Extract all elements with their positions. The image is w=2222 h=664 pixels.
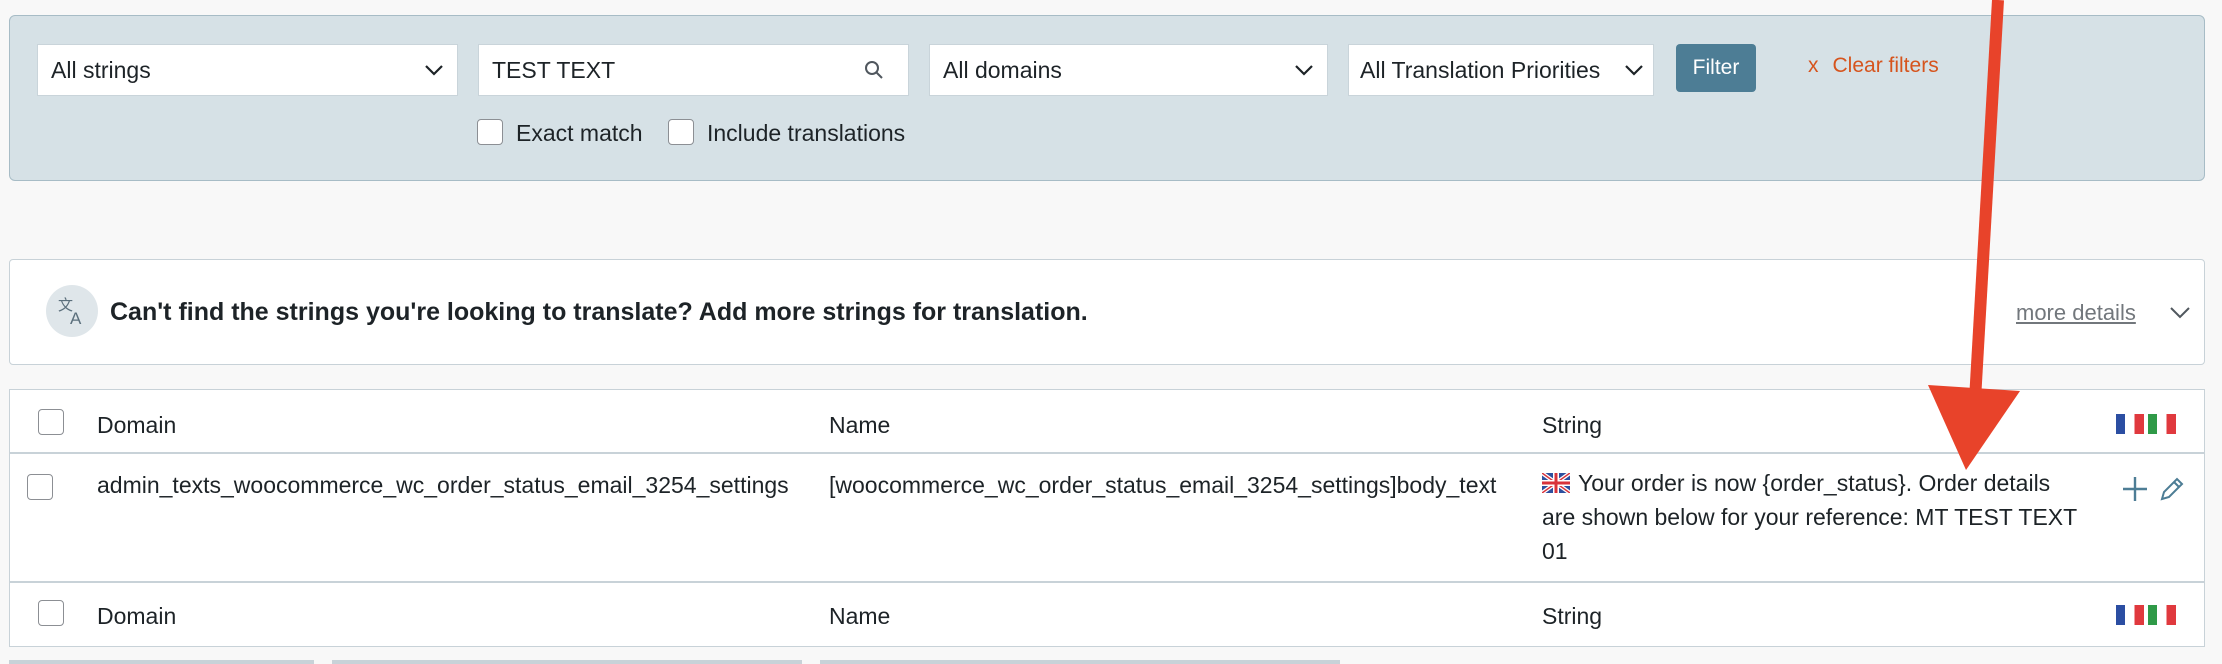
search-input-value: TEST TEXT (492, 56, 616, 83)
domains-select[interactable]: All domains (929, 44, 1328, 96)
select-all-checkbox[interactable] (38, 409, 64, 435)
domains-select-value: All domains (943, 56, 1062, 83)
flag-it-icon (2148, 414, 2176, 434)
flag-fr-icon (2116, 414, 2144, 434)
strings-table: Domain Name String admin_texts_woocommer… (9, 389, 2205, 647)
row-string-line: are shown below for your reference: MT T… (1542, 504, 2078, 530)
language-flags-icon (2116, 414, 2176, 434)
chevron-down-icon (1295, 65, 1313, 76)
footer-header-domain[interactable]: Domain (97, 603, 176, 630)
footer-header-name[interactable]: Name (829, 603, 890, 630)
row-string: Your order is now {order_status}. Order … (1542, 466, 2082, 568)
clear-filters-label: Clear filters (1832, 54, 1939, 77)
flag-uk-icon (1542, 473, 1570, 493)
header-divider (10, 452, 2204, 454)
chevron-down-icon (425, 65, 443, 76)
row-string-line: Your order is now {order_status}. Order … (1578, 470, 2051, 496)
pencil-icon[interactable] (2157, 474, 2187, 504)
chevron-down-icon (1625, 65, 1643, 76)
include-translations-label: Include translations (707, 120, 906, 146)
notice-message: Can't find the strings you're looking to… (110, 298, 1088, 326)
row-string-line: 01 (1542, 538, 1568, 564)
search-icon[interactable] (862, 58, 886, 82)
footer-header-string[interactable]: String (1542, 603, 1602, 630)
more-details-link[interactable]: more details (2016, 300, 2136, 326)
priority-select-value: All Translation Priorities (1360, 56, 1601, 83)
clear-x-icon: x (1808, 54, 1819, 77)
strings-select[interactable]: All strings (37, 44, 458, 96)
column-header-string[interactable]: String (1542, 412, 1602, 439)
flag-fr-icon (2116, 605, 2144, 625)
row-name: [woocommerce_wc_order_status_email_3254_… (829, 472, 1497, 498)
row-domain: admin_texts_woocommerce_wc_order_status_… (97, 472, 789, 498)
chevron-down-icon[interactable] (2168, 300, 2192, 324)
row-divider (10, 581, 2204, 583)
flag-it-icon (2148, 605, 2176, 625)
bottom-controls-edge (9, 660, 1340, 664)
svg-text:A: A (70, 309, 82, 328)
strings-select-value: All strings (51, 56, 151, 83)
column-header-domain[interactable]: Domain (97, 412, 176, 439)
select-all-checkbox-footer[interactable] (38, 600, 64, 626)
row-checkbox[interactable] (27, 474, 53, 500)
priority-select[interactable]: All Translation Priorities (1348, 44, 1654, 96)
filter-panel: All strings TEST TEXT All domains All Tr… (9, 15, 2205, 181)
add-strings-notice: 文 A Can't find the strings you're lookin… (9, 259, 2205, 365)
search-input[interactable]: TEST TEXT (478, 44, 909, 96)
clear-filters-link[interactable]: x Clear filters (1808, 54, 1939, 78)
exact-match-checkbox[interactable] (477, 119, 503, 145)
exact-match-label: Exact match (516, 120, 643, 146)
include-translations-checkbox[interactable] (668, 119, 694, 145)
language-flags-icon (2116, 605, 2176, 625)
plus-icon[interactable] (2120, 474, 2150, 504)
column-header-name[interactable]: Name (829, 412, 890, 439)
translate-icon: 文 A (46, 285, 98, 337)
filter-button[interactable]: Filter (1676, 44, 1756, 92)
